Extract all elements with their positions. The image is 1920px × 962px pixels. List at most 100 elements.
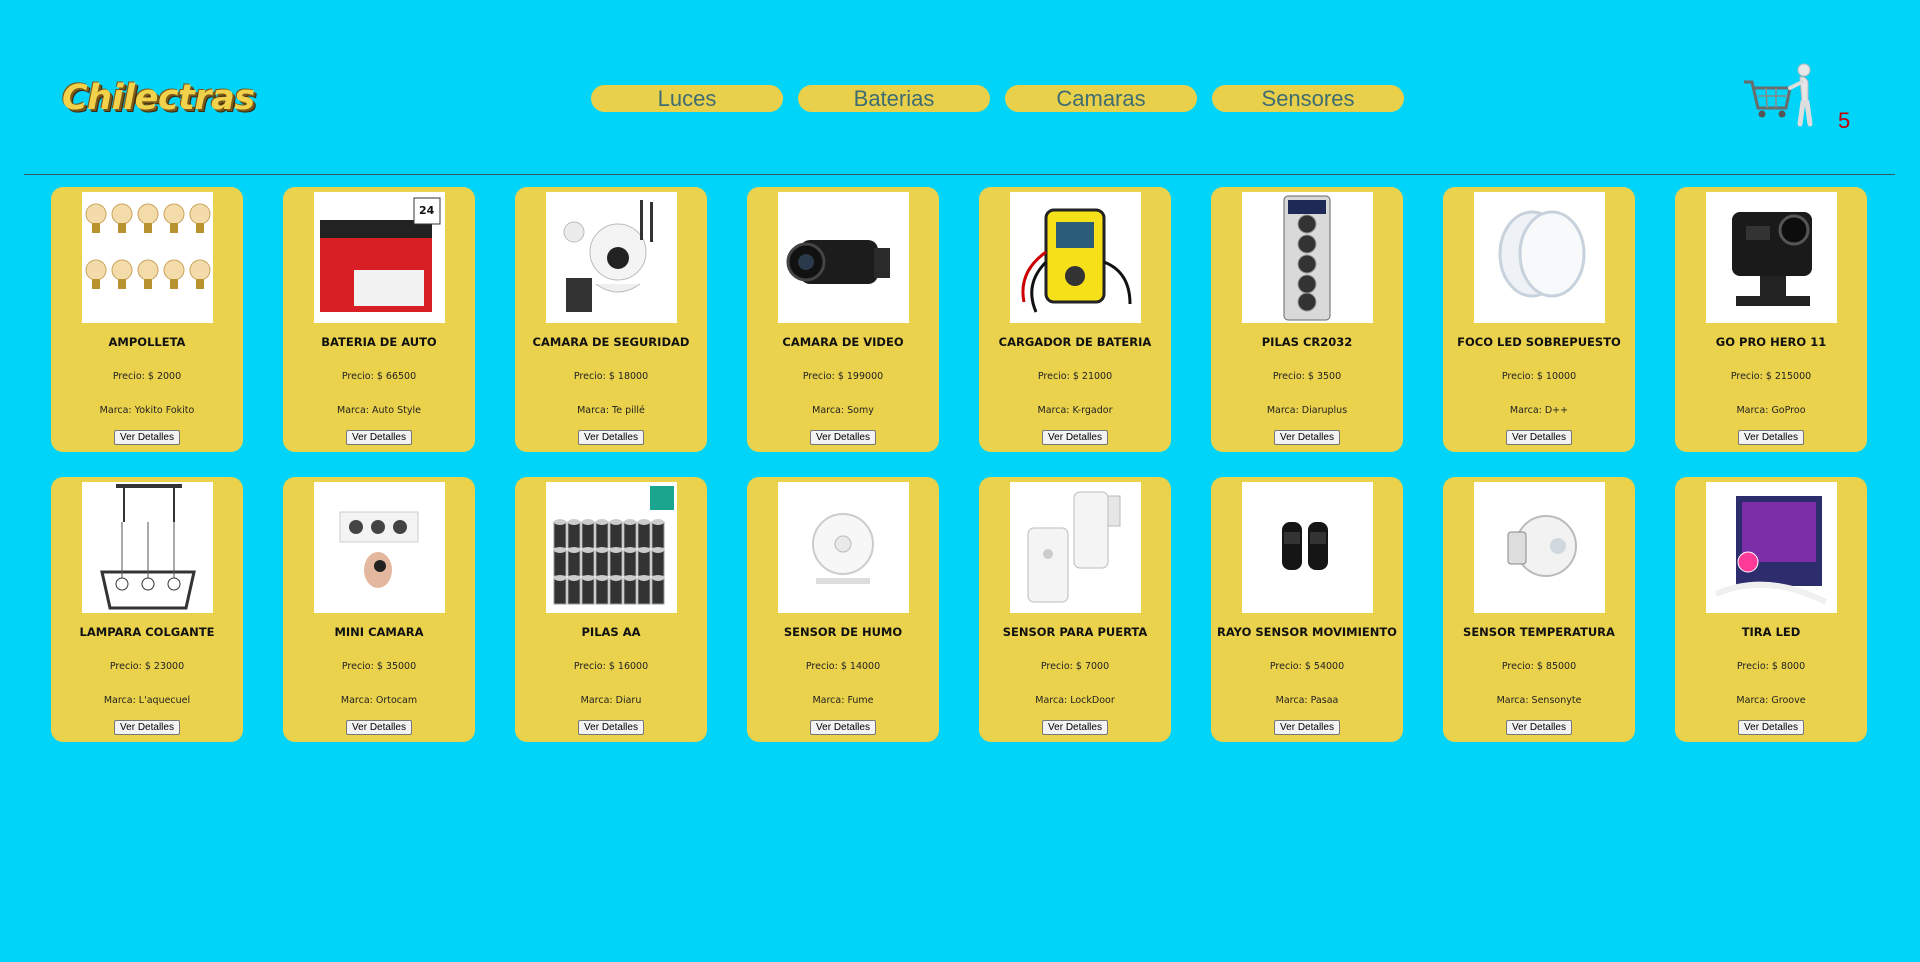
product-price: Precio: $ 7000	[1040, 661, 1110, 672]
nav-baterias-button[interactable]: Baterias	[798, 85, 990, 112]
product-image[interactable]	[82, 482, 213, 613]
product-image[interactable]	[778, 192, 909, 323]
product-name: SENSOR DE HUMO	[783, 625, 903, 639]
product-image[interactable]	[1706, 482, 1837, 613]
product-brand: Marca: Ortocam	[340, 695, 418, 706]
product-name: CAMARA DE SEGURIDAD	[532, 335, 690, 349]
ver-detalles-button[interactable]: Ver Detalles	[346, 720, 412, 735]
ver-detalles-button[interactable]: Ver Detalles	[1274, 720, 1340, 735]
ver-detalles-button[interactable]: Ver Detalles	[1042, 720, 1108, 735]
product-card: SENSOR TEMPERATURA Precio: $ 85000 Marca…	[1443, 477, 1635, 742]
ver-detalles-button[interactable]: Ver Detalles	[1042, 430, 1108, 445]
video-camera-icon	[786, 240, 890, 284]
site-logo[interactable]: Chilectras	[62, 78, 255, 118]
ver-detalles-button[interactable]: Ver Detalles	[1738, 430, 1804, 445]
product-image[interactable]: 24	[314, 192, 445, 323]
product-grid: AMPOLLETA Precio: $ 2000 Marca: Yokito F…	[51, 187, 1871, 742]
product-card: FOCO LED SOBREPUESTO Precio: $ 10000 Mar…	[1443, 187, 1635, 452]
cart-count-badge: 5	[1838, 108, 1851, 133]
product-name: SENSOR TEMPERATURA	[1463, 625, 1615, 639]
product-name: PILAS CR2032	[1261, 335, 1353, 349]
product-image[interactable]	[314, 482, 445, 613]
product-name: MINI CAMARA	[334, 625, 424, 639]
product-brand: Marca: Auto Style	[337, 405, 421, 416]
door-sensor-icon	[1027, 491, 1121, 603]
ver-detalles-button[interactable]: Ver Detalles	[578, 430, 644, 445]
product-brand: Marca: D++	[1509, 405, 1569, 416]
product-card: PILAS AA Precio: $ 16000 Marca: Diaru Ve…	[515, 477, 707, 742]
aa-batteries-icon	[553, 486, 674, 605]
product-brand: Marca: Somy	[812, 405, 874, 416]
product-brand: Marca: Pasaa	[1275, 695, 1339, 706]
product-image[interactable]	[1474, 192, 1605, 323]
product-image[interactable]	[546, 482, 677, 613]
product-brand: Marca: Te pillé	[577, 405, 645, 416]
led-strip-icon	[1714, 496, 1828, 605]
nav-camaras-button[interactable]: Camaras	[1005, 85, 1197, 112]
product-name: SENSOR PARA PUERTA	[1002, 625, 1148, 639]
nav-luces-button[interactable]: Luces	[591, 85, 783, 112]
product-card: 24 BATERIA DE AUTO Precio: $ 66500 Marca…	[283, 187, 475, 452]
product-name: TIRA LED	[1741, 625, 1801, 639]
product-image[interactable]	[1242, 192, 1373, 323]
security-camera-icon	[563, 200, 653, 312]
cart-icon[interactable]	[1740, 62, 1820, 134]
ver-detalles-button[interactable]: Ver Detalles	[1738, 720, 1804, 735]
product-price: Precio: $ 215000	[1730, 371, 1812, 382]
product-name: AMPOLLETA	[108, 335, 186, 349]
mini-camera-icon	[339, 511, 419, 588]
action-camera-icon	[1732, 212, 1812, 306]
product-brand: Marca: GoProo	[1736, 405, 1806, 416]
product-price: Precio: $ 199000	[802, 371, 884, 382]
product-price: Precio: $ 2000	[112, 371, 182, 382]
product-card: CAMARA DE VIDEO Precio: $ 199000 Marca: …	[747, 187, 939, 452]
product-price: Precio: $ 54000	[1269, 661, 1345, 672]
product-image[interactable]	[546, 192, 677, 323]
product-price: Precio: $ 3500	[1272, 371, 1342, 382]
product-image[interactable]	[82, 192, 213, 323]
product-price: Precio: $ 10000	[1501, 371, 1577, 382]
smoke-sensor-icon	[812, 513, 874, 584]
product-image[interactable]	[1010, 192, 1141, 323]
ver-detalles-button[interactable]: Ver Detalles	[1274, 430, 1340, 445]
product-image[interactable]	[1010, 482, 1141, 613]
product-card: PILAS CR2032 Precio: $ 3500 Marca: Diaru…	[1211, 187, 1403, 452]
product-price: Precio: $ 14000	[805, 661, 881, 672]
ver-detalles-button[interactable]: Ver Detalles	[1506, 430, 1572, 445]
product-price: Precio: $ 8000	[1736, 661, 1806, 672]
product-price: Precio: $ 23000	[109, 661, 185, 672]
product-card: GO PRO HERO 11 Precio: $ 215000 Marca: G…	[1675, 187, 1867, 452]
product-brand: Marca: Diaruplus	[1266, 405, 1348, 416]
product-card: CARGADOR DE BATERIA Precio: $ 21000 Marc…	[979, 187, 1171, 452]
product-card: MINI CAMARA Precio: $ 35000 Marca: Ortoc…	[283, 477, 475, 742]
product-card: TIRA LED Precio: $ 8000 Marca: Groove Ve…	[1675, 477, 1867, 742]
nav-sensores-button[interactable]: Sensores	[1212, 85, 1404, 112]
temperature-sensor-icon	[1507, 515, 1577, 577]
ver-detalles-button[interactable]: Ver Detalles	[114, 430, 180, 445]
product-name: BATERIA DE AUTO	[321, 335, 437, 349]
coin-cells-icon	[1283, 195, 1331, 321]
product-brand: Marca: K-rgador	[1037, 405, 1113, 416]
product-brand: Marca: LockDoor	[1035, 695, 1115, 706]
product-image[interactable]	[1242, 482, 1373, 613]
ver-detalles-button[interactable]: Ver Detalles	[810, 430, 876, 445]
product-image[interactable]	[1474, 482, 1605, 613]
ver-detalles-button[interactable]: Ver Detalles	[578, 720, 644, 735]
product-card: SENSOR DE HUMO Precio: $ 14000 Marca: Fu…	[747, 477, 939, 742]
product-name: CARGADOR DE BATERIA	[998, 335, 1152, 349]
product-brand: Marca: Yokito Fokito	[99, 405, 195, 416]
ver-detalles-button[interactable]: Ver Detalles	[1506, 720, 1572, 735]
ver-detalles-button[interactable]: Ver Detalles	[114, 720, 180, 735]
product-name: LAMPARA COLGANTE	[79, 625, 215, 639]
product-card: SENSOR PARA PUERTA Precio: $ 7000 Marca:…	[979, 477, 1171, 742]
product-price: Precio: $ 35000	[341, 661, 417, 672]
ver-detalles-button[interactable]: Ver Detalles	[346, 430, 412, 445]
led-panel-icon	[1498, 210, 1586, 298]
bulbs-icon	[85, 203, 211, 289]
product-price: Precio: $ 18000	[573, 371, 649, 382]
product-image[interactable]	[778, 482, 909, 613]
product-image[interactable]	[1706, 192, 1837, 323]
ver-detalles-button[interactable]: Ver Detalles	[810, 720, 876, 735]
product-card: RAYO SENSOR MOVIMIENTO Precio: $ 54000 M…	[1211, 477, 1403, 742]
product-price: Precio: $ 21000	[1037, 371, 1113, 382]
